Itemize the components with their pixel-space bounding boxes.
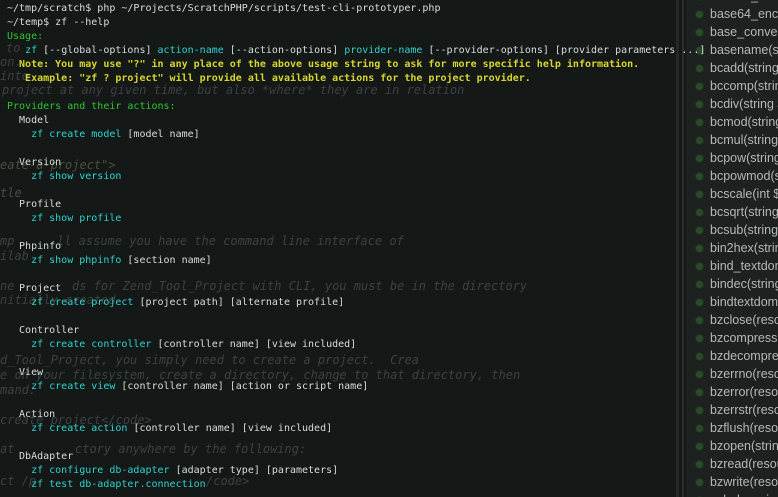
terminal-line: Profile	[7, 198, 778, 212]
terminal-text-segment: ~/tmp/scratch$ php ~/Projects/ScratchPHP…	[7, 3, 440, 14]
terminal-line: Action	[7, 408, 778, 422]
terminal-line: Usage:	[7, 30, 778, 44]
terminal-text-segment: zf show phpinfo	[7, 255, 121, 266]
terminal-text-segment: Model	[7, 115, 49, 126]
terminal-line	[7, 352, 778, 366]
terminal-line: Version	[7, 156, 778, 170]
terminal-text-segment: [adapter type] [parameters]	[170, 465, 339, 476]
terminal-text-segment: provider-name	[344, 45, 422, 56]
terminal-text-segment: [project path] [alternate profile]	[133, 297, 344, 308]
screen: { "terminal": { "colors": { "w": "#d9dcd…	[0, 0, 778, 497]
terminal-line: zf create project [project path] [altern…	[7, 296, 778, 310]
terminal-text-segment: zf create view	[7, 381, 115, 392]
terminal-line: zf test db-adapter.connection	[7, 478, 778, 492]
terminal-line: zf create controller [controller name] […	[7, 338, 778, 352]
terminal-line	[7, 394, 778, 408]
terminal-text-segment: zf test db-adapter.connection	[7, 479, 206, 490]
terminal-line	[7, 226, 778, 240]
terminal-text-segment: zf show version	[7, 171, 121, 182]
terminal-line: Example: "zf ? project" will provide all…	[7, 72, 778, 86]
terminal-line	[7, 142, 778, 156]
terminal-text-segment: zf configure db-adapter	[7, 465, 170, 476]
terminal-line: Note: You may use "?" in any place of th…	[7, 58, 778, 72]
terminal-text-segment: [controller name] [view included]	[152, 339, 357, 350]
terminal-line: Phpinfo	[7, 240, 778, 254]
terminal-line: Model	[7, 114, 778, 128]
terminal-text-segment: View	[7, 367, 43, 378]
terminal-text-segment: Project	[7, 283, 61, 294]
terminal-line: zf show version	[7, 170, 778, 184]
terminal-text-segment: DbAdapter	[7, 451, 73, 462]
terminal-line: zf create view [controller name] [action…	[7, 380, 778, 394]
terminal-text-segment: Providers and their actions:	[7, 101, 176, 112]
terminal-text-segment: Usage:	[7, 31, 43, 42]
terminal-text-segment: [section name]	[121, 255, 211, 266]
terminal-line	[7, 268, 778, 282]
terminal-text-segment: zf create action	[7, 423, 127, 434]
terminal-line: DbAdapter	[7, 450, 778, 464]
terminal-text-segment: Example: "zf ? project" will provide all…	[7, 73, 531, 84]
terminal-text-segment: Profile	[7, 199, 61, 210]
terminal-line: Providers and their actions:	[7, 100, 778, 114]
terminal-line: ~/tmp/scratch$ php ~/Projects/ScratchPHP…	[7, 2, 778, 16]
terminal-line	[7, 310, 778, 324]
terminal-text-segment: [controller name] [view included]	[127, 423, 332, 434]
terminal-text-segment: Phpinfo	[7, 241, 61, 252]
terminal-line: zf show phpinfo [section name]	[7, 254, 778, 268]
terminal-line	[7, 436, 778, 450]
terminal-line: Controller	[7, 324, 778, 338]
terminal-line	[7, 86, 778, 100]
terminal-line: View	[7, 366, 778, 380]
terminal-text-segment: zf create project	[7, 297, 133, 308]
terminal-text-segment: zf	[25, 45, 37, 56]
terminal-text-segment: zf show profile	[7, 213, 121, 224]
terminal-line: zf [--global-options] action-name [--act…	[7, 44, 778, 58]
terminal-text-segment: [controller name] [action or script name…	[115, 381, 368, 392]
terminal-line: ~/temp$ zf --help	[7, 16, 778, 30]
terminal-line: zf configure db-adapter [adapter type] […	[7, 464, 778, 478]
terminal-text-segment: zf create model	[7, 129, 121, 140]
terminal-line: Project	[7, 282, 778, 296]
terminal-text-segment	[7, 45, 25, 56]
terminal-line: zf create action [controller name] [view…	[7, 422, 778, 436]
terminal-text-segment: [--global-options]	[37, 45, 157, 56]
terminal-text-segment: Note: You may use "?" in any place of th…	[7, 59, 639, 70]
terminal-line: zf create model [model name]	[7, 128, 778, 142]
terminal-text-segment: Action	[7, 409, 55, 420]
terminal-text-segment: [--action-options]	[224, 45, 344, 56]
terminal-text-segment: Version	[7, 157, 61, 168]
terminal-line: zf show profile	[7, 212, 778, 226]
terminal-line	[7, 184, 778, 198]
terminal-text-segment: ~/temp$ zf --help	[7, 17, 109, 28]
terminal-text-segment: [--provider-options] [provider parameter…	[422, 45, 705, 56]
terminal-text-segment: [model name]	[121, 129, 199, 140]
terminal-output: ~/tmp/scratch$ php ~/Projects/ScratchPHP…	[0, 0, 778, 497]
terminal-text-segment: action-name	[158, 45, 224, 56]
terminal-text-segment: zf create controller	[7, 339, 152, 350]
terminal-text-segment: Controller	[7, 325, 79, 336]
